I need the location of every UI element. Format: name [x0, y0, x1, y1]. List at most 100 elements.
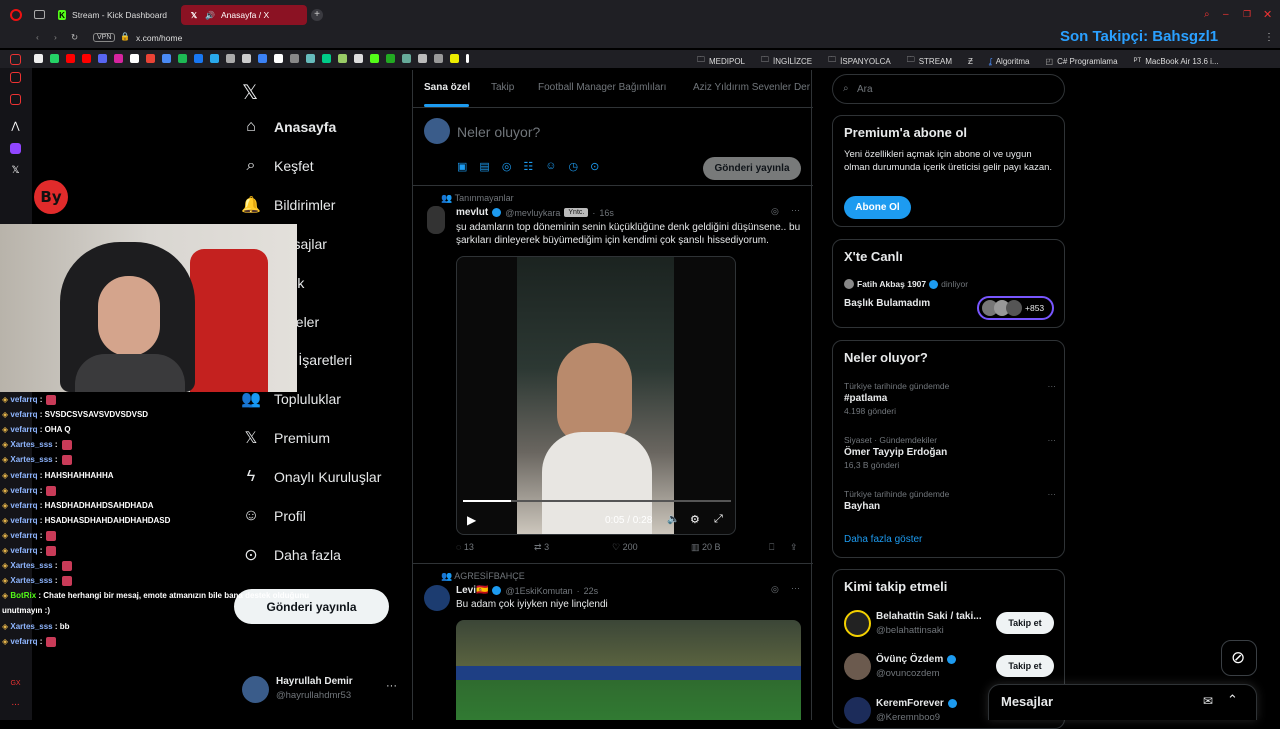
bookmark-ext2-icon[interactable]: [258, 54, 267, 64]
opera-logo-icon[interactable]: [10, 9, 22, 21]
emoji-icon[interactable]: ☺: [545, 160, 556, 173]
author-name[interactable]: mevlut: [456, 207, 488, 218]
schedule-icon[interactable]: ◷: [569, 160, 579, 173]
url-field[interactable]: x.com/home: [136, 33, 182, 43]
chat-username[interactable]: vefarrq: [10, 531, 37, 540]
tweet-more-icon[interactable]: ···: [791, 583, 800, 593]
volume-icon[interactable]: 🔈: [667, 514, 679, 525]
tab-kick-dashboard[interactable]: K Stream - Kick Dashboard: [50, 5, 175, 25]
settings-icon[interactable]: ⚙: [690, 513, 700, 526]
sidebar-gx-icon[interactable]: GX: [10, 678, 21, 689]
bookmark-folder[interactable]: 🗀 MEDIPOL: [697, 54, 745, 68]
more-horizontal-icon[interactable]: ···: [386, 680, 397, 692]
bookmark-ext8-icon[interactable]: [354, 54, 363, 64]
share-icon[interactable]: ⇪: [790, 542, 798, 553]
bookmark-ext13-icon[interactable]: [466, 54, 469, 64]
grok-explain-icon[interactable]: ◎: [771, 584, 779, 595]
gif-icon[interactable]: ▤: [479, 160, 489, 173]
chat-username[interactable]: vefarrq: [10, 637, 37, 646]
reply-action[interactable]: ◌ 13: [456, 542, 474, 552]
chat-username[interactable]: vefarrq: [10, 486, 37, 495]
tab-list-fm[interactable]: Football Manager Bağımlıları: [538, 82, 666, 93]
location-icon[interactable]: ⊙: [590, 160, 599, 173]
author-name[interactable]: Levi🇪🇸: [456, 585, 488, 596]
tweet-time[interactable]: 16s: [599, 208, 614, 218]
chat-username[interactable]: vefarrq: [10, 516, 37, 525]
new-message-icon[interactable]: ✉: [1203, 694, 1213, 708]
tweet[interactable]: 👥 AGRESİFBAHÇE Levi🇪🇸 @1EskiKomutan · 22…: [413, 564, 813, 720]
vpn-badge[interactable]: VPN: [93, 33, 116, 42]
sidebar-messages-icon[interactable]: [10, 72, 21, 83]
bookmark-ext6-icon[interactable]: [322, 54, 331, 64]
bookmark-instagram-icon[interactable]: [114, 54, 123, 64]
sidebar-more-icon[interactable]: ...: [10, 698, 21, 711]
sidebar-twitch-icon[interactable]: [10, 143, 21, 154]
chat-username[interactable]: BotRix: [10, 591, 36, 600]
trend-item[interactable]: Türkiye tarihinde gündemde Bayhan ···: [844, 489, 1056, 517]
play-icon[interactable]: ▶: [467, 513, 476, 527]
bookmark-icon[interactable]: ⎕: [769, 542, 774, 553]
bookmark-ext5-icon[interactable]: [306, 54, 315, 64]
space-listeners[interactable]: +853: [977, 296, 1054, 320]
trend-more-icon[interactable]: ···: [1048, 435, 1057, 445]
follow-suggestion[interactable]: Övünç Özdem @ovuncozdem Takip et: [833, 649, 1066, 685]
follow-button[interactable]: Takip et: [996, 655, 1054, 677]
chat-username[interactable]: vefarrq: [10, 410, 37, 419]
sidebar-arrow-icon[interactable]: ⋀: [10, 121, 21, 132]
chat-username[interactable]: vefarrq: [10, 425, 37, 434]
video-progress-track[interactable]: [463, 500, 731, 502]
author-handle[interactable]: @1EskiKomutan: [505, 586, 572, 596]
sidebar-chat-icon[interactable]: [10, 94, 21, 105]
bookmark-youtube-icon[interactable]: [66, 54, 75, 64]
bookmark-folder[interactable]: 🗀 İNGİLİZCE: [761, 54, 812, 68]
bookmark-translate-icon[interactable]: [162, 54, 171, 64]
space-title[interactable]: Başlık Bulamadım: [844, 298, 930, 309]
chat-username[interactable]: vefarrq: [10, 471, 37, 480]
bookmark-ext12-icon[interactable]: [450, 54, 459, 64]
avatar[interactable]: [427, 206, 445, 234]
trend-more-icon[interactable]: ···: [1048, 381, 1057, 391]
sidebar-icon[interactable]: [10, 54, 21, 65]
bookmark-youtube2-icon[interactable]: [82, 54, 91, 64]
avatar[interactable]: [424, 585, 450, 611]
account-switcher[interactable]: Hayrullah Demir @hayrullahdmr53 ···: [242, 675, 412, 705]
bookmark-kick-icon[interactable]: [370, 54, 379, 64]
fullscreen-icon[interactable]: ⤢: [714, 513, 723, 526]
more-vertical-icon[interactable]: ⋮: [1264, 32, 1274, 43]
bookmark-ext9-icon[interactable]: [386, 54, 395, 64]
chat-username[interactable]: vefarrq: [10, 395, 37, 404]
grok-explain-icon[interactable]: ◎: [771, 206, 779, 217]
expand-icon[interactable]: ⌃: [1227, 692, 1238, 708]
tab-x-home[interactable]: 𝕏 🔊 Anasayfa / X: [181, 5, 307, 25]
compose-post-button[interactable]: Gönderi yayınla: [703, 157, 801, 180]
chat-username[interactable]: Xartes_sss: [10, 576, 52, 585]
show-more-link[interactable]: Daha fazla göster: [844, 534, 922, 545]
bookmark-ext3-icon[interactable]: [274, 54, 283, 64]
tweet-more-icon[interactable]: ···: [791, 205, 800, 215]
views-action[interactable]: ▥ 20 B: [691, 542, 721, 553]
nav-item-bildirimler[interactable]: 🔔 Bildirimler: [241, 196, 335, 214]
tab-following[interactable]: Takip: [491, 82, 514, 93]
bookmark-folder[interactable]: 🗀 STREAM: [907, 54, 952, 68]
search-input[interactable]: Ara: [857, 84, 873, 95]
live-host[interactable]: Fatih Akbaş 1907 dinliyor: [844, 279, 968, 289]
repost-action[interactable]: ⇄ 3: [534, 542, 549, 553]
search-icon[interactable]: ⌕: [1204, 9, 1210, 20]
messages-drawer[interactable]: Mesajlar ✉ ⌃: [988, 684, 1257, 720]
chat-username[interactable]: Xartes_sss: [10, 622, 52, 631]
bookmark-ext10-icon[interactable]: [402, 54, 411, 64]
bookmark-link[interactable]: ʆ Algoritma: [989, 54, 1030, 68]
subscribe-button[interactable]: Abone Ol: [844, 196, 911, 219]
bookmark-whatsapp-icon[interactable]: [50, 54, 59, 64]
image-icon[interactable]: ▣: [457, 160, 467, 173]
grok-icon[interactable]: ◎: [502, 160, 512, 173]
chat-username[interactable]: Xartes_sss: [10, 440, 52, 449]
trend-item[interactable]: Siyaset · Gündemdekiler Ömer Tayyip Erdo…: [844, 435, 1056, 475]
minimize-icon[interactable]: –: [1223, 9, 1229, 20]
follow-suggestion[interactable]: Belahattin Saki / taki... @belahattinsak…: [833, 606, 1066, 642]
grok-button[interactable]: ⊘: [1221, 640, 1257, 676]
chat-username[interactable]: vefarrq: [10, 501, 37, 510]
bookmark-messenger-icon[interactable]: [194, 54, 203, 64]
follow-button[interactable]: Takip et: [996, 612, 1054, 634]
bookmark-ext7-icon[interactable]: [338, 54, 347, 64]
